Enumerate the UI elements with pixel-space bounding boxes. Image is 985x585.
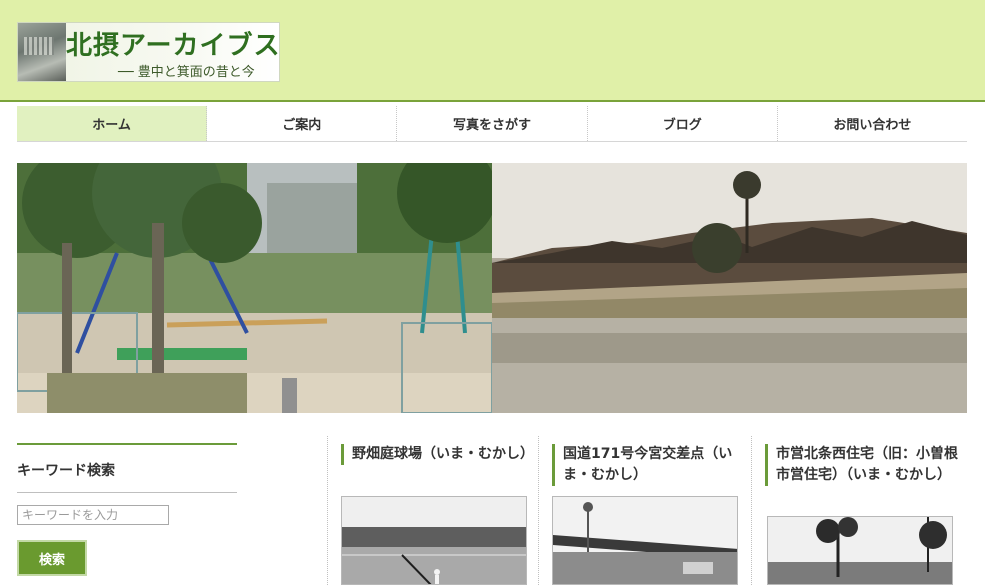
keyword-search-heading: キーワード検索 (17, 460, 237, 493)
post-card[interactable]: 野畑庭球場（いま・むかし） (327, 436, 539, 585)
river-scene-illustration (492, 163, 967, 413)
hero-photo-past (492, 163, 967, 413)
hero-photo-now (17, 163, 492, 413)
post-card-title[interactable]: 国道171号今宮交差点（いま・むかし） (552, 444, 750, 486)
logo-photo (18, 23, 66, 81)
sidebar: キーワード検索 検索 (17, 443, 237, 576)
hero-slider[interactable] (17, 163, 967, 413)
sidebar-rule (17, 443, 237, 445)
post-cards: 野畑庭球場（いま・むかし） 国道171号今宮交差点（いま・むかし） 市営北条西住… (327, 436, 967, 585)
logo-subtitle: ── 豊中と箕面の昔と今 (118, 65, 255, 80)
site-logo[interactable]: 北摂アーカイブス ── 豊中と箕面の昔と今 (17, 22, 280, 82)
housing-thumbnail (768, 517, 952, 584)
intersection-thumbnail (553, 497, 737, 584)
park-scene-illustration (17, 163, 492, 413)
nav-item-blog[interactable]: ブログ (588, 106, 778, 141)
main-nav: ホーム ご案内 写真をさがす ブログ お問い合わせ (17, 106, 967, 142)
search-button[interactable]: 検索 (17, 540, 87, 576)
post-card[interactable]: 国道171号今宮交差点（いま・むかし） (538, 436, 751, 585)
post-card[interactable]: 市営北条西住宅（旧：小曽根市営住宅）（いま・むかし） (751, 436, 967, 585)
nav-item-contact[interactable]: お問い合わせ (778, 106, 967, 141)
post-card-title[interactable]: 市営北条西住宅（旧：小曽根市営住宅）（いま・むかし） (765, 444, 963, 486)
logo-title: 北摂アーカイブス (66, 31, 280, 61)
tennis-court-thumbnail (342, 497, 526, 584)
post-card-thumbnail[interactable] (341, 496, 527, 585)
nav-item-photo-search[interactable]: 写真をさがす (397, 106, 588, 141)
nav-item-guide[interactable]: ご案内 (207, 106, 398, 141)
post-card-thumbnail[interactable] (552, 496, 738, 585)
site-header: 北摂アーカイブス ── 豊中と箕面の昔と今 (0, 0, 985, 102)
post-card-thumbnail[interactable] (767, 516, 953, 585)
post-card-title[interactable]: 野畑庭球場（いま・むかし） (341, 444, 539, 465)
nav-item-home[interactable]: ホーム (17, 106, 208, 141)
keyword-search-input[interactable] (17, 505, 169, 525)
